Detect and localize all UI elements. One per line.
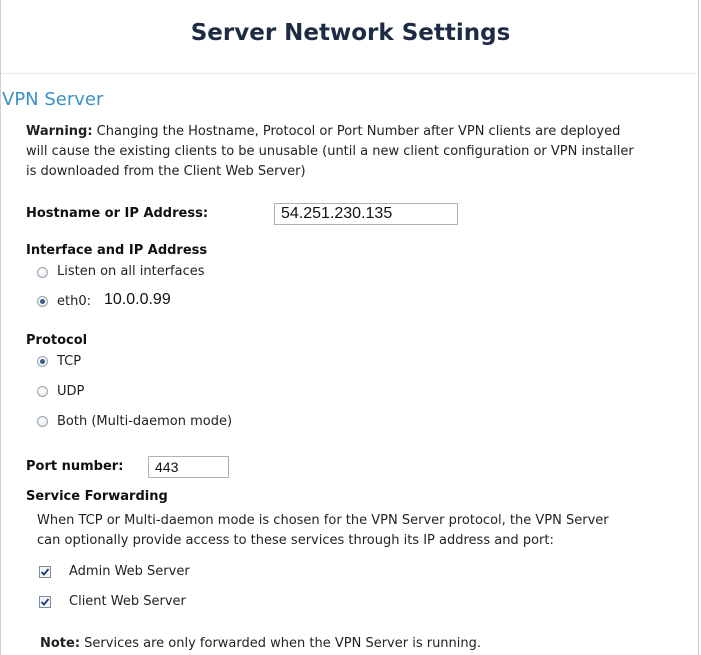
port-label: Port number: — [26, 459, 124, 474]
hostname-label: Hostname or IP Address: — [26, 206, 209, 221]
warning-line-1: Changing the Hostname, Protocol or Port … — [92, 124, 621, 139]
radio-both-label: Both (Multi-daemon mode) — [57, 414, 233, 429]
settings-panel — [0, 0, 699, 655]
radio-udp[interactable] — [37, 386, 48, 397]
radio-both[interactable] — [37, 416, 48, 427]
section-title: VPN Server — [2, 89, 104, 110]
radio-udp-label: UDP — [57, 384, 85, 399]
client-web-server-checkbox[interactable] — [39, 596, 51, 608]
radio-listen-all[interactable] — [37, 267, 48, 278]
note-text: Note: Services are only forwarded when t… — [40, 636, 481, 651]
client-web-server-label: Client Web Server — [69, 594, 186, 609]
radio-eth0-label: eth0: — [57, 294, 91, 309]
radio-listen-all-label: Listen on all interfaces — [57, 264, 205, 279]
note-body: Services are only forwarded when the VPN… — [80, 636, 482, 651]
page-title: Server Network Settings — [190, 20, 511, 46]
checkmark-icon — [40, 568, 50, 576]
title-divider — [1, 73, 698, 74]
radio-eth0[interactable] — [37, 296, 48, 307]
port-input[interactable] — [148, 456, 229, 478]
service-forwarding-label: Service Forwarding — [26, 489, 168, 504]
eth0-ip-value: 10.0.0.99 — [104, 291, 171, 308]
warning-line-2: will cause the existing clients to be un… — [26, 144, 634, 159]
warning-text: Warning: Changing the Hostname, Protocol… — [26, 122, 676, 182]
service-forwarding-desc-1: When TCP or Multi-daemon mode is chosen … — [37, 513, 609, 528]
interface-label: Interface and IP Address — [26, 243, 208, 258]
admin-web-server-checkbox[interactable] — [39, 566, 51, 578]
warning-label: Warning: — [26, 124, 93, 139]
service-forwarding-desc-2: can optionally provide access to these s… — [37, 533, 554, 548]
radio-tcp-label: TCP — [57, 354, 82, 369]
checkmark-icon — [40, 598, 50, 606]
hostname-input[interactable] — [274, 203, 458, 225]
protocol-label: Protocol — [26, 333, 88, 348]
admin-web-server-label: Admin Web Server — [69, 564, 190, 579]
note-label: Note: — [40, 636, 81, 651]
radio-tcp[interactable] — [37, 356, 48, 367]
warning-line-3: is downloaded from the Client Web Server… — [26, 164, 306, 179]
